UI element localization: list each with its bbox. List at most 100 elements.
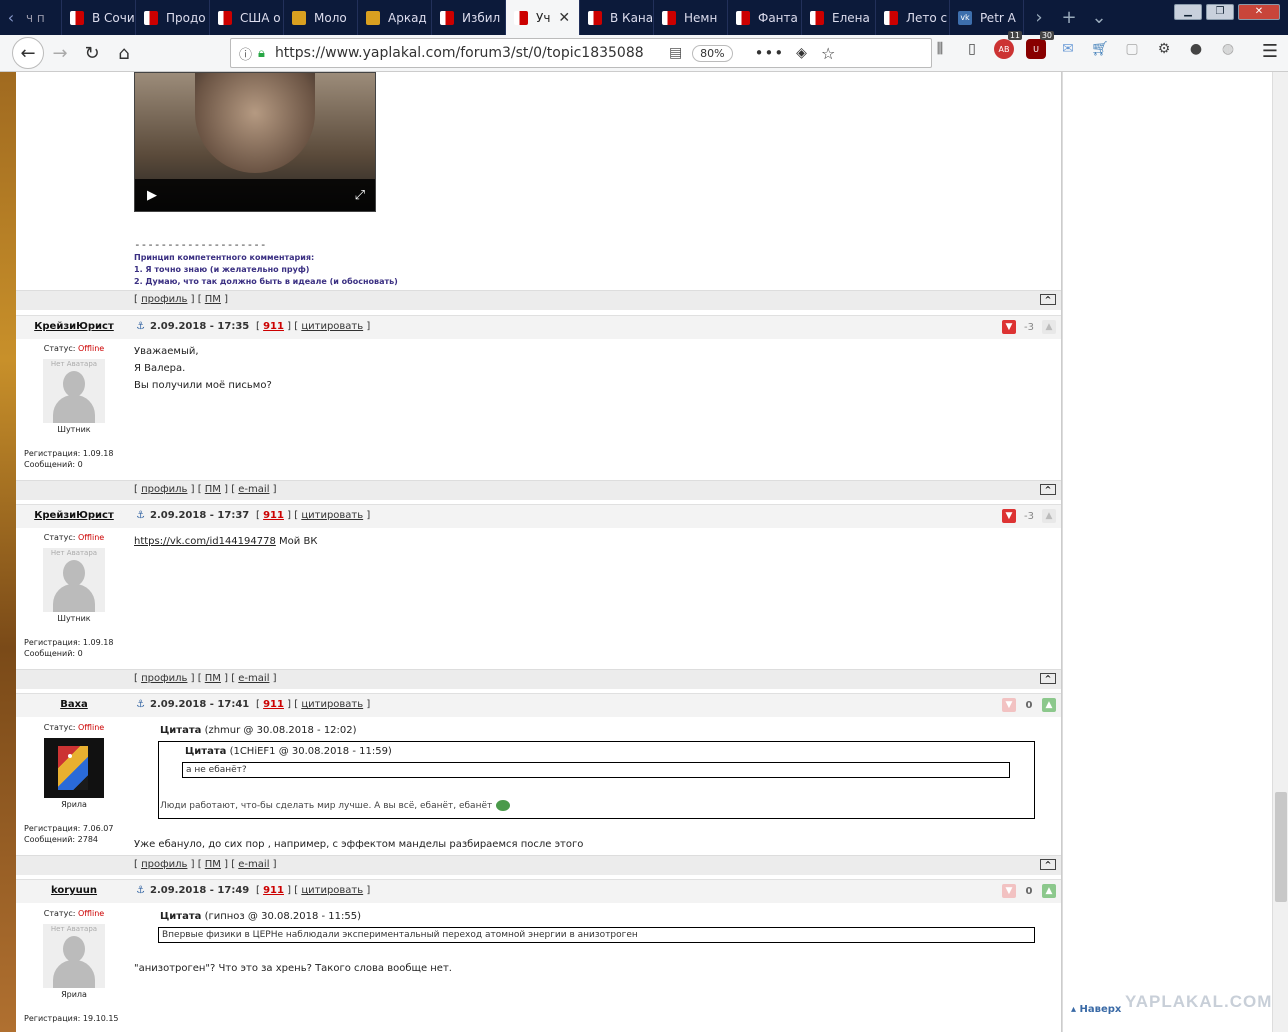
sidebar-toggle-icon[interactable]: ▯: [962, 39, 982, 59]
thumbs-down-icon[interactable]: ▼: [1002, 509, 1016, 523]
profile-link[interactable]: профиль: [141, 673, 187, 684]
tab-2[interactable]: Продо: [136, 0, 210, 35]
back-to-top-link[interactable]: ▴ Наверх: [1071, 1004, 1121, 1015]
thumbs-up-icon[interactable]: ▲: [1042, 509, 1056, 523]
tab-list-icon[interactable]: ⌄: [1084, 0, 1114, 35]
back-icon[interactable]: ←: [12, 37, 44, 69]
new-tab-icon[interactable]: +: [1054, 0, 1084, 35]
post-number-link[interactable]: 911: [263, 699, 284, 710]
post-number-link[interactable]: 911: [263, 321, 284, 332]
quote-link[interactable]: цитировать: [301, 699, 363, 710]
video-player[interactable]: ▶ ⤢: [134, 72, 376, 212]
minimize-icon[interactable]: ▁: [1174, 4, 1202, 20]
avatar[interactable]: Нет Аватара: [43, 548, 105, 612]
mail-icon[interactable]: ✉: [1058, 39, 1078, 59]
tab-13[interactable]: vk Petr A: [950, 0, 1024, 35]
avatar[interactable]: Нет Аватара: [43, 359, 105, 423]
tab-1[interactable]: В Сочи: [62, 0, 136, 35]
scroll-up-button[interactable]: ^: [1040, 294, 1056, 305]
library-icon[interactable]: ⫼: [930, 39, 950, 59]
registration-date-row: Регистрация: 19.10.15: [24, 1013, 132, 1024]
tab-4[interactable]: Моло: [284, 0, 358, 35]
tab-9[interactable]: Немн: [654, 0, 728, 35]
post-number-link[interactable]: 911: [263, 510, 284, 521]
tab-6[interactable]: Избил: [432, 0, 506, 35]
thumbs-up-icon[interactable]: ▲: [1042, 884, 1056, 898]
forward-icon[interactable]: →: [44, 37, 76, 69]
info-icon[interactable]: ⓘ: [239, 44, 252, 63]
scroll-up-button[interactable]: ^: [1040, 484, 1056, 495]
quote-link[interactable]: цитировать: [301, 510, 363, 521]
thumbs-down-icon[interactable]: ▼: [1002, 884, 1016, 898]
menu-icon[interactable]: ☰: [1262, 41, 1278, 62]
email-link[interactable]: e-mail: [238, 859, 269, 870]
tab-11[interactable]: Елена: [802, 0, 876, 35]
page-actions-icon[interactable]: •••: [755, 44, 785, 62]
zoom-indicator[interactable]: 80%: [692, 44, 733, 62]
pocket-icon[interactable]: ◈: [796, 45, 807, 61]
post-anchor-icon[interactable]: ⚓: [136, 699, 145, 710]
pm-link[interactable]: ПМ: [205, 673, 221, 684]
close-window-icon[interactable]: ✕: [1238, 4, 1280, 20]
ublock-icon[interactable]: U 30: [1026, 31, 1054, 59]
lock-icon[interactable]: 🔒︎: [258, 46, 265, 61]
vk-profile-link[interactable]: https://vk.com/id144194778: [134, 536, 276, 547]
post-anchor-icon[interactable]: ⚓: [136, 321, 145, 332]
quote-link[interactable]: цитировать: [301, 885, 363, 896]
scrollbar-thumb[interactable]: [1275, 792, 1287, 902]
signature-item-1: 1. Я точно знаю (и желательно пруф): [134, 265, 310, 274]
tab-7-active[interactable]: Уч ✕: [506, 0, 580, 35]
settings-extension-icon[interactable]: ⚙: [1154, 39, 1174, 59]
avatar[interactable]: [44, 738, 104, 798]
thumbs-up-icon[interactable]: ▲: [1042, 320, 1056, 334]
author-name[interactable]: КрейзиЮрист: [16, 510, 132, 521]
author-name[interactable]: КрейзиЮрист: [16, 321, 132, 332]
extension-icon[interactable]: ▢: [1122, 39, 1142, 59]
pm-link[interactable]: ПМ: [205, 859, 221, 870]
thumbs-up-icon[interactable]: ▲: [1042, 698, 1056, 712]
scroll-up-button[interactable]: ^: [1040, 859, 1056, 870]
profile-link[interactable]: профиль: [141, 484, 187, 495]
scroll-up-button[interactable]: ^: [1040, 673, 1056, 684]
tab-12[interactable]: Лето с: [876, 0, 950, 35]
close-tab-icon[interactable]: ✕: [558, 10, 570, 26]
profile-link[interactable]: профиль: [141, 859, 187, 870]
quote-link[interactable]: цитировать: [301, 321, 363, 332]
url-text[interactable]: https://www.yaplakal.com/forum3/st/0/top…: [275, 45, 645, 61]
thumbs-down-icon[interactable]: ▼: [1002, 320, 1016, 334]
thumbs-down-icon[interactable]: ▼: [1002, 698, 1016, 712]
cart-icon[interactable]: 🛒︎: [1090, 39, 1110, 59]
globe-icon[interactable]: ◍: [1218, 39, 1238, 59]
post-number-link[interactable]: 911: [263, 885, 284, 896]
author-name[interactable]: koryuun: [16, 885, 132, 896]
email-link[interactable]: e-mail: [238, 673, 269, 684]
profile-link[interactable]: профиль: [141, 294, 187, 305]
play-icon[interactable]: ▶: [147, 188, 157, 203]
pm-link[interactable]: ПМ: [205, 484, 221, 495]
avatar[interactable]: Нет Аватара: [43, 924, 105, 988]
tab-0[interactable]: ч п: [22, 0, 62, 35]
url-bar[interactable]: ⓘ 🔒︎ https://www.yaplakal.com/forum3/st/…: [230, 38, 932, 68]
reader-view-icon[interactable]: ▤: [669, 45, 682, 61]
pm-link[interactable]: ПМ: [205, 294, 221, 305]
tab-3[interactable]: США о: [210, 0, 284, 35]
reload-icon[interactable]: ↻: [76, 37, 108, 69]
site-logo[interactable]: YAPLAKAL.COM: [1125, 992, 1272, 1012]
scrollbar[interactable]: [1272, 72, 1288, 1032]
home-icon[interactable]: ⌂: [108, 37, 140, 69]
fullscreen-icon[interactable]: ⤢: [355, 188, 365, 203]
author-name[interactable]: Ваха: [16, 699, 132, 710]
restore-icon[interactable]: ❐: [1206, 4, 1234, 20]
post-anchor-icon[interactable]: ⚓: [136, 885, 145, 896]
adblock-icon[interactable]: AB 11: [994, 31, 1022, 59]
email-link[interactable]: e-mail: [238, 484, 269, 495]
tab-scroll-right-icon[interactable]: ›: [1024, 0, 1054, 35]
tab-8[interactable]: В Кана: [580, 0, 654, 35]
user-rank: Шутник: [57, 425, 91, 434]
bookmark-star-icon[interactable]: ☆: [821, 44, 835, 63]
tab-10[interactable]: Фанта: [728, 0, 802, 35]
balls-icon[interactable]: ●: [1186, 39, 1206, 59]
tab-5[interactable]: Аркад: [358, 0, 432, 35]
tab-scroll-left-icon[interactable]: ‹: [0, 0, 22, 35]
post-anchor-icon[interactable]: ⚓: [136, 510, 145, 521]
